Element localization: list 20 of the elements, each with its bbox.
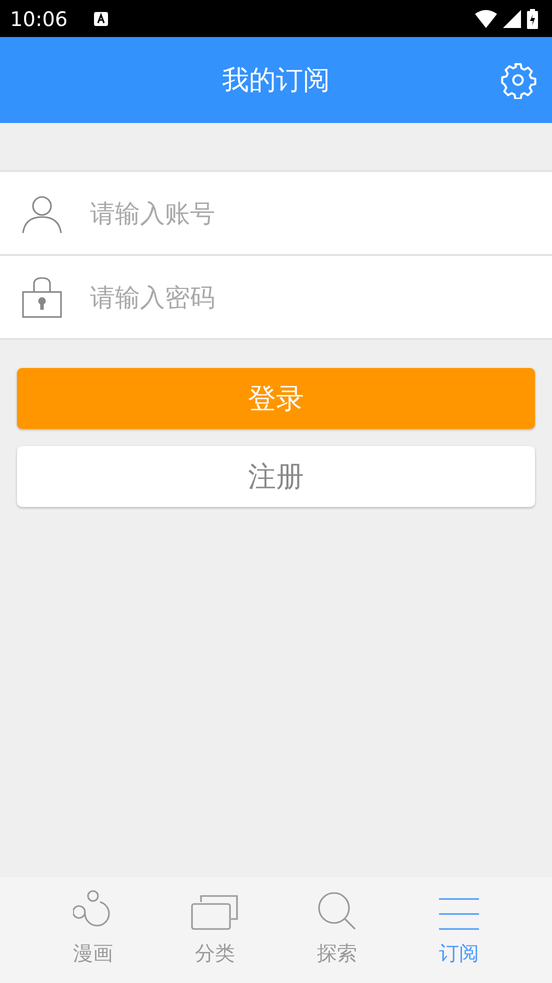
input-field[interactable]: 请输入账号: [88, 198, 552, 228]
tab[interactable]: 探索: [276, 877, 398, 983]
lock-icon: [22, 276, 62, 318]
clock: 10:06: [10, 6, 68, 30]
menu-icon: [439, 898, 479, 930]
battery-icon: [527, 8, 538, 28]
login-button[interactable]: 登录: [17, 368, 535, 429]
input-field[interactable]: 请输入密码: [88, 282, 552, 312]
settings-icon[interactable]: [499, 61, 537, 99]
notification-icon: [94, 12, 108, 26]
page-title: 我的订阅: [222, 64, 330, 98]
signal-icon: [503, 10, 521, 28]
wifi-icon: [475, 10, 497, 28]
tab[interactable]: 分类: [154, 877, 276, 983]
tab[interactable]: 漫画: [32, 877, 154, 983]
cards-icon: [191, 894, 239, 930]
tab[interactable]: 订阅: [398, 877, 520, 983]
search-icon: [318, 892, 356, 930]
register-button[interactable]: 注册: [17, 446, 535, 507]
user-icon: [22, 193, 62, 233]
